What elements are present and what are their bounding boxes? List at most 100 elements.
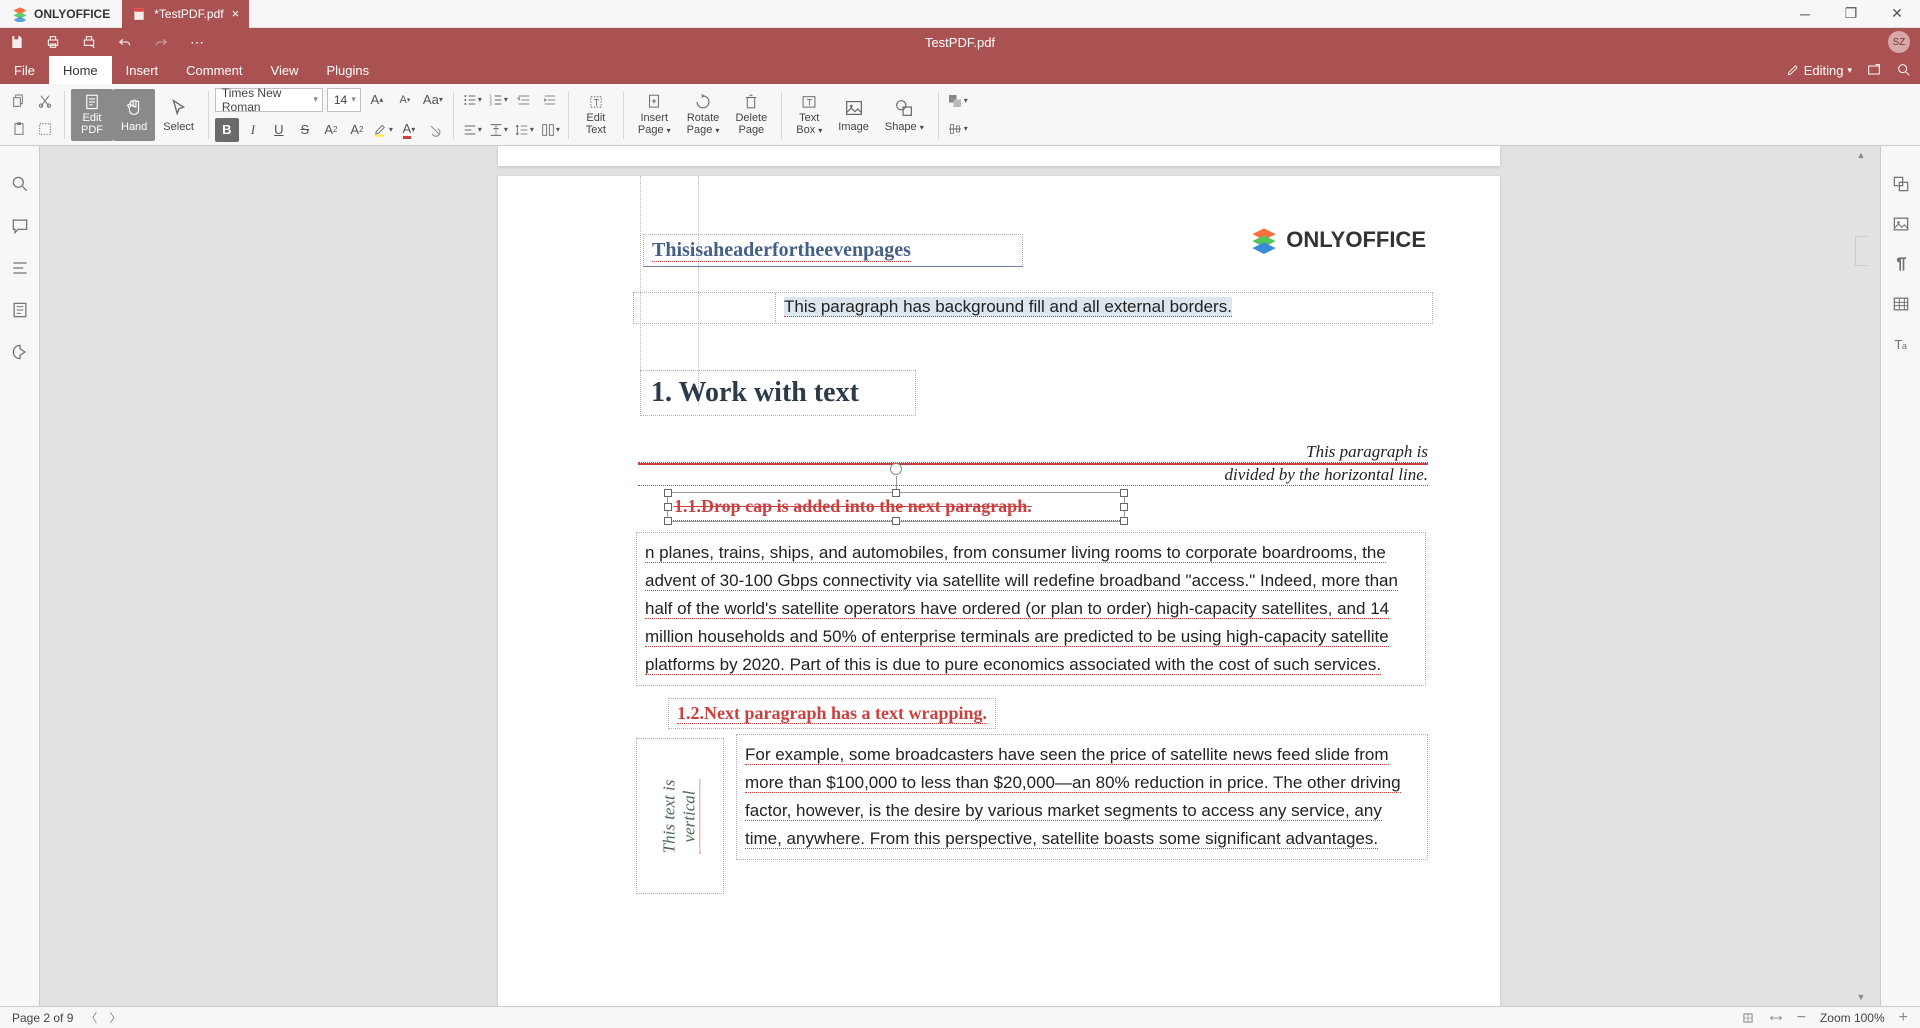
indent-button[interactable] xyxy=(538,88,562,112)
undo-icon[interactable] xyxy=(116,33,134,51)
minimize-button[interactable]: ─ xyxy=(1782,0,1828,28)
arrange-button[interactable]: ▾ xyxy=(945,89,969,113)
delete-page-button[interactable]: Delete Page xyxy=(727,89,775,141)
prev-page-button[interactable]: 〈 xyxy=(85,1009,97,1026)
canvas[interactable]: Thisisaheaderfortheevenpages ONLYOFFICE … xyxy=(40,146,1880,1006)
paragraph-settings-icon[interactable] xyxy=(1891,254,1911,274)
resize-handle[interactable] xyxy=(664,489,672,497)
shape-button[interactable]: Shape ▾ xyxy=(877,89,932,141)
cut-icon[interactable] xyxy=(32,89,58,113)
outdent-button[interactable] xyxy=(512,88,536,112)
menu-view[interactable]: View xyxy=(257,56,313,84)
search-icon[interactable] xyxy=(1896,62,1912,78)
align-objects-button[interactable]: ▾ xyxy=(945,117,969,141)
increase-font-icon[interactable]: A▴ xyxy=(365,88,389,112)
highlight-button[interactable]: ▾ xyxy=(371,118,395,142)
subheading-1-2-box[interactable]: 1.2.Next paragraph has a text wrapping. xyxy=(668,698,996,729)
underline-button[interactable]: U xyxy=(267,118,291,142)
scroll-down-icon[interactable]: ▼ xyxy=(1854,990,1868,1004)
menu-plugins[interactable]: Plugins xyxy=(312,56,383,84)
print-icon[interactable] xyxy=(44,33,62,51)
italic-button[interactable]: I xyxy=(241,118,265,142)
change-case-icon[interactable]: Aa▾ xyxy=(421,88,445,112)
resize-handle[interactable] xyxy=(1120,503,1128,511)
resize-handle[interactable] xyxy=(1120,489,1128,497)
page-header-box[interactable]: Thisisaheaderfortheevenpages xyxy=(643,234,1023,267)
paste-icon[interactable] xyxy=(6,117,32,141)
select-all-icon[interactable] xyxy=(32,117,58,141)
text-box-button[interactable]: T Text Box ▾ xyxy=(788,89,830,141)
scrollbar[interactable]: ▲ ▼ xyxy=(1854,146,1868,1006)
maximize-button[interactable]: ❐ xyxy=(1828,0,1874,28)
superscript-button[interactable]: A2 xyxy=(319,118,343,142)
filled-paragraph-box[interactable]: This paragraph has background fill and a… xyxy=(633,292,1433,324)
image-settings-icon[interactable] xyxy=(1891,214,1911,234)
redo-icon[interactable] xyxy=(152,33,170,51)
quick-print-icon[interactable] xyxy=(80,33,98,51)
font-name-select[interactable]: Times New Roman xyxy=(215,88,323,112)
horizontal-line-paragraph[interactable]: This paragraph is divided by the horizon… xyxy=(638,442,1428,486)
menu-file[interactable]: File xyxy=(0,56,49,84)
next-page-button[interactable]: 〉 xyxy=(109,1009,121,1026)
resize-handle[interactable] xyxy=(892,517,900,525)
page-indicator[interactable]: Page 2 of 9 xyxy=(12,1011,73,1025)
font-color-button[interactable]: A▾ xyxy=(397,118,421,142)
select-button[interactable]: Select xyxy=(155,89,202,141)
thumbnails-icon[interactable] xyxy=(10,300,30,320)
save-icon[interactable] xyxy=(8,33,26,51)
open-location-icon[interactable] xyxy=(1866,62,1882,78)
resize-handle[interactable] xyxy=(664,517,672,525)
menu-comment[interactable]: Comment xyxy=(172,56,256,84)
find-icon[interactable] xyxy=(10,174,30,194)
image-button[interactable]: Image xyxy=(830,89,877,141)
line-spacing-button[interactable]: ▾ xyxy=(512,118,536,142)
bold-button[interactable]: B xyxy=(215,118,239,142)
edit-pdf-button[interactable]: Edit PDF xyxy=(71,89,113,141)
body-paragraph-1[interactable]: n planes, trains, ships, and automobiles… xyxy=(636,532,1426,686)
editing-mode[interactable]: Editing ▾ xyxy=(1786,63,1852,78)
heading-1[interactable]: 1. Work with text xyxy=(640,370,916,416)
close-button[interactable]: ✕ xyxy=(1874,0,1920,28)
avatar[interactable]: SZ xyxy=(1888,31,1910,53)
resize-handle[interactable] xyxy=(1120,517,1128,525)
resize-handle[interactable] xyxy=(892,489,900,497)
columns-button[interactable]: ▾ xyxy=(538,118,562,142)
menu-home[interactable]: Home xyxy=(49,56,112,84)
resize-handle[interactable] xyxy=(664,503,672,511)
document-tab[interactable]: *TestPDF.pdf × xyxy=(122,0,249,28)
clear-format-icon[interactable] xyxy=(423,118,447,142)
feedback-icon[interactable] xyxy=(10,342,30,362)
edit-text-button[interactable]: T Edit Text xyxy=(575,89,617,141)
close-tab-icon[interactable]: × xyxy=(232,6,240,21)
subscript-button[interactable]: A2 xyxy=(345,118,369,142)
insert-page-button[interactable]: Insert Page ▾ xyxy=(630,89,679,141)
vertical-text-box[interactable]: This text is vertical xyxy=(636,738,724,894)
selected-text-box[interactable]: 1.1.Drop cap is added into the next para… xyxy=(667,492,1125,522)
table-settings-icon[interactable] xyxy=(1891,294,1911,314)
rotate-page-button[interactable]: Rotate Page ▾ xyxy=(679,89,728,141)
align-h-button[interactable]: ▾ xyxy=(460,118,484,142)
fit-page-icon[interactable] xyxy=(1741,1011,1755,1025)
comments-icon[interactable] xyxy=(10,216,30,236)
copy-icon[interactable] xyxy=(6,89,32,113)
more-icon[interactable]: ⋯ xyxy=(188,33,206,51)
hand-button[interactable]: Hand xyxy=(113,89,155,141)
svg-text:T: T xyxy=(807,97,813,107)
zoom-out-button[interactable]: − xyxy=(1797,1009,1806,1027)
body-paragraph-2[interactable]: For example, some broadcasters have seen… xyxy=(736,734,1428,860)
decrease-font-icon[interactable]: A▾ xyxy=(393,88,417,112)
align-v-button[interactable]: ▾ xyxy=(486,118,510,142)
menu-insert[interactable]: Insert xyxy=(112,56,173,84)
font-size-select[interactable]: 14 xyxy=(327,88,361,112)
shape-settings-icon[interactable] xyxy=(1891,174,1911,194)
textart-settings-icon[interactable]: Ta xyxy=(1891,334,1911,354)
fit-width-icon[interactable] xyxy=(1769,1011,1783,1025)
zoom-in-button[interactable]: + xyxy=(1899,1009,1908,1027)
strike-button[interactable]: S xyxy=(293,118,317,142)
bullets-button[interactable]: ▾ xyxy=(460,88,484,112)
zoom-indicator[interactable]: Zoom 100% xyxy=(1820,1011,1885,1025)
numbering-button[interactable]: 123▾ xyxy=(486,88,510,112)
rotate-handle[interactable] xyxy=(890,463,902,475)
scroll-up-icon[interactable]: ▲ xyxy=(1854,148,1868,162)
headings-icon[interactable] xyxy=(10,258,30,278)
